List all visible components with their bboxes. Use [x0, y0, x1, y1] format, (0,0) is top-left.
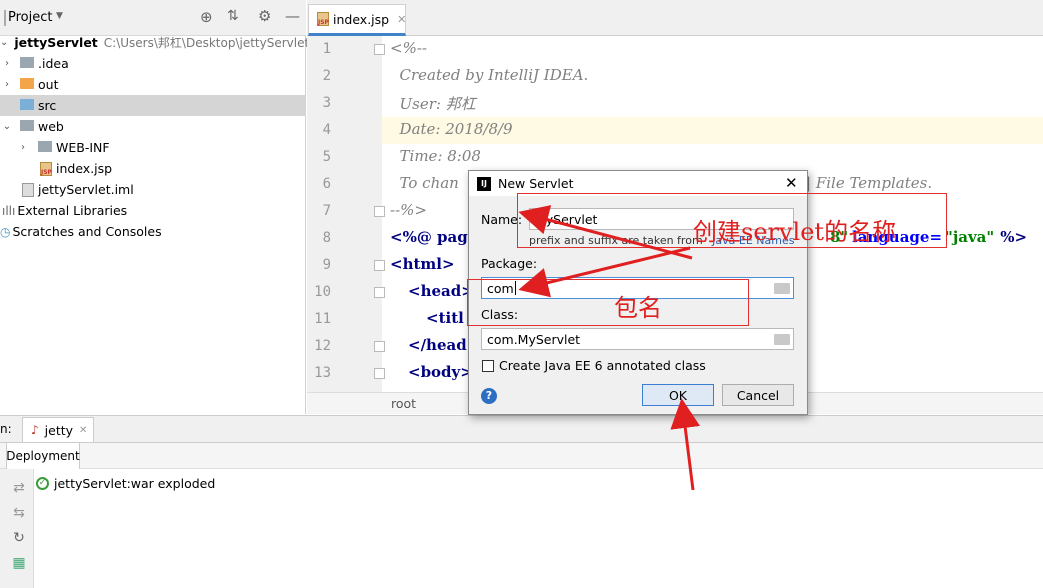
arrow-to-package — [518, 246, 691, 298]
arrow-to-name — [518, 205, 693, 260]
annotation-arrows — [518, 205, 701, 491]
arrow-to-ok — [670, 398, 701, 491]
